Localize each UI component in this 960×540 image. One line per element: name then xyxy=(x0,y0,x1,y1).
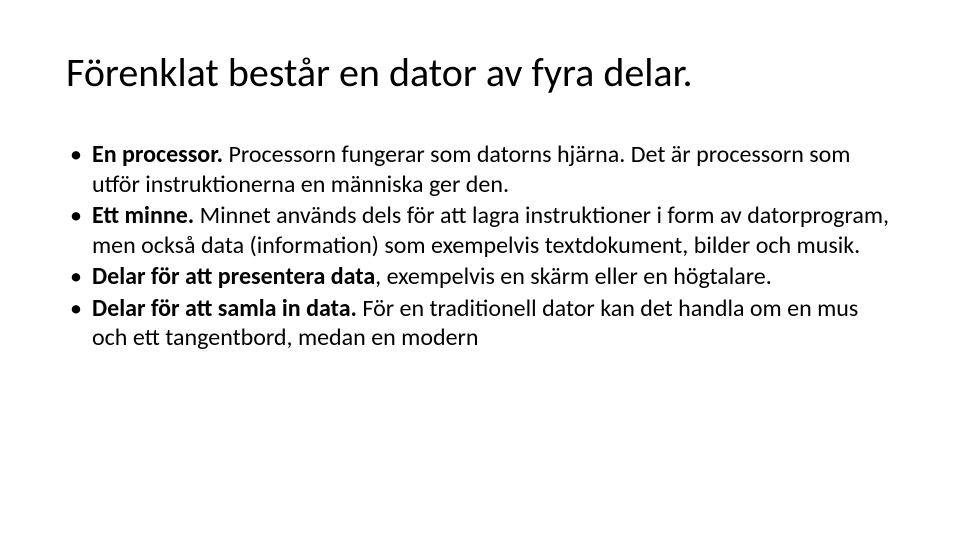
bullet-text: Minnet används dels för att lagra instru… xyxy=(92,201,889,260)
slide-title: Förenklat består en dator av fyra delar. xyxy=(66,48,693,97)
list-item: Delar för att samla in data. För en trad… xyxy=(66,294,896,353)
bullet-text: , exempelvis en skärm eller en högtalare… xyxy=(375,262,772,291)
bullet-bold: Delar för att samla in data. xyxy=(92,294,357,323)
slide: Förenklat består en dator av fyra delar.… xyxy=(0,0,960,540)
bullet-bold: En processor. xyxy=(92,140,223,169)
list-item: En processor. Processorn fungerar som da… xyxy=(66,140,896,199)
bullet-bold: Ett minne. xyxy=(92,201,194,230)
list-item: Ett minne. Minnet används dels för att l… xyxy=(66,201,896,260)
bullet-bold: Delar för att presentera data xyxy=(92,262,375,291)
slide-body: En processor. Processorn fungerar som da… xyxy=(66,140,896,355)
list-item: Delar för att presentera data, exempelvi… xyxy=(66,262,896,292)
